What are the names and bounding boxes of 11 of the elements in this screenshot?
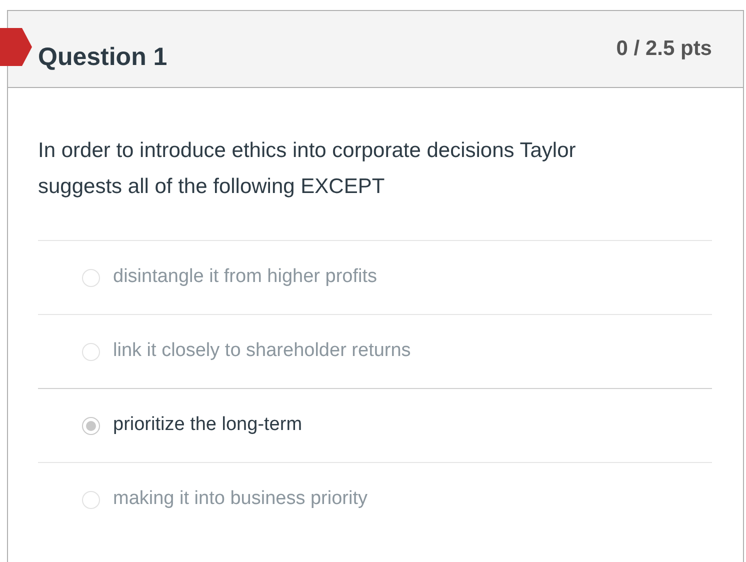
question-title: Question 1 [38,42,168,69]
radio-button[interactable] [82,268,100,286]
question-score: 0 / 2.5 pts [616,36,712,59]
answer-label: disintangle it from higher profits [113,265,378,290]
radio-button[interactable] [82,342,100,360]
radio-button[interactable] [82,416,100,434]
answer-label: prioritize the long-term [113,413,302,438]
answer-label: making it into business priority [113,487,368,512]
radio-button[interactable] [82,490,100,508]
question-text: In order to introduce ethics into corporate decisions Taylor suggests all of the following EXCEPT [38,138,577,200]
answer-label: link it closely to shareholder returns [113,339,411,364]
